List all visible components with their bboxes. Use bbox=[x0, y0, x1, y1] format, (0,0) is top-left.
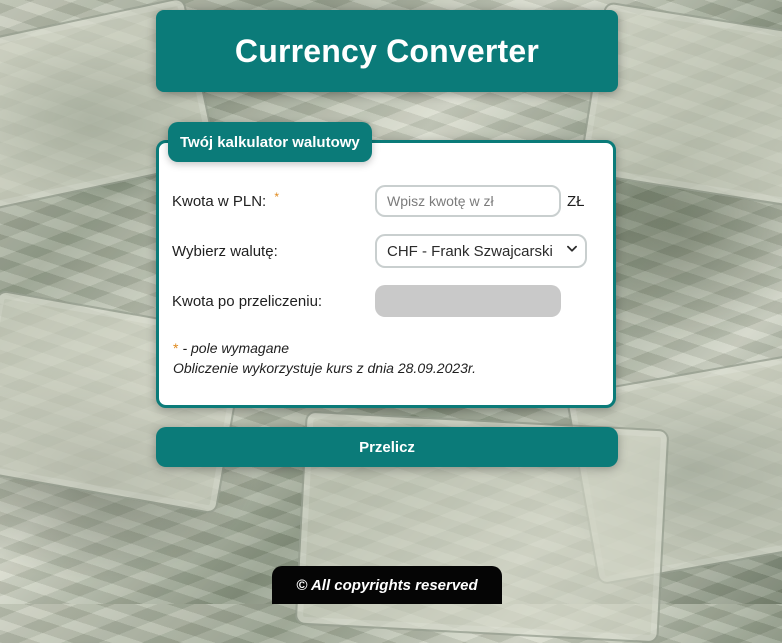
result-output bbox=[375, 285, 561, 317]
amount-label-text: Kwota w PLN: bbox=[172, 192, 267, 210]
result-label: Kwota po przeliczeniu: bbox=[172, 292, 323, 310]
currency-select[interactable]: CHF - Frank Szwajcarski bbox=[375, 234, 587, 268]
footer: © All copyrights reserved bbox=[272, 566, 502, 604]
amount-unit: ZŁ bbox=[567, 192, 585, 210]
required-note: * - pole wymagane bbox=[173, 338, 603, 358]
calculator-tab-label: Twój kalkulator walutowy bbox=[168, 122, 372, 162]
currency-row: Wybierz walutę: CHF - Frank Szwajcarski bbox=[172, 234, 602, 268]
result-row: Kwota po przeliczeniu: bbox=[172, 284, 602, 318]
calculator-notes: * - pole wymagane Obliczenie wykorzystuje… bbox=[173, 338, 603, 378]
required-marker: * bbox=[274, 189, 280, 204]
currency-select-wrap[interactable]: CHF - Frank Szwajcarski bbox=[375, 234, 587, 268]
amount-label: Kwota w PLN: * bbox=[172, 189, 375, 210]
footer-copyright: © All copyrights reserved bbox=[296, 576, 478, 594]
rate-note: Obliczenie wykorzystuje kurs z dnia 28.0… bbox=[173, 360, 476, 376]
currency-converter-app: Currency Converter Twój kalkulator walut… bbox=[0, 0, 782, 604]
app-header: Currency Converter bbox=[156, 10, 618, 92]
amount-input[interactable] bbox=[375, 185, 561, 217]
convert-button[interactable]: Przelicz bbox=[156, 427, 618, 467]
amount-row: Kwota w PLN: * ZŁ bbox=[172, 184, 602, 218]
app-title: Currency Converter bbox=[234, 32, 540, 69]
currency-label: Wybierz walutę: bbox=[172, 242, 278, 260]
required-note-marker: * bbox=[173, 340, 179, 356]
required-note-text: - pole wymagane bbox=[182, 340, 290, 356]
